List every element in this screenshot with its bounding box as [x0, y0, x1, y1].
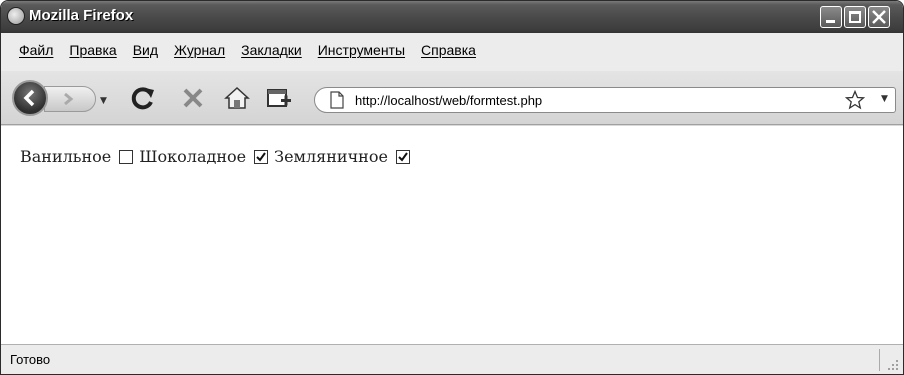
menu-file[interactable]: Файл: [19, 42, 53, 58]
back-arrow-icon: [23, 89, 35, 107]
option-label-strawberry: Земляничное: [274, 147, 388, 166]
browser-window: Mozilla Firefox Файл Правка Вид Журнал З…: [0, 0, 904, 375]
status-divider: [879, 349, 880, 371]
close-button[interactable]: [868, 6, 890, 28]
status-bar: Готово: [1, 344, 903, 374]
window-title: Mozilla Firefox: [29, 7, 134, 24]
checkbox-strawberry[interactable]: [395, 149, 410, 164]
url-text[interactable]: http://localhost/web/formtest.php: [355, 93, 542, 108]
url-dropdown-icon[interactable]: ▼: [881, 94, 888, 104]
address-bar[interactable]: http://localhost/web/formtest.php ▼: [314, 87, 896, 113]
firefox-icon: [7, 7, 25, 25]
menu-history[interactable]: Журнал: [174, 42, 225, 58]
history-dropdown-icon[interactable]: ▼: [100, 96, 107, 106]
forward-arrow-icon: [64, 92, 74, 106]
page-icon: [330, 91, 344, 109]
reload-icon[interactable]: [129, 84, 157, 112]
option-label-vanilla: Ванильное: [20, 147, 112, 166]
page-content: Ванильное Шоколадное Земляничное: [1, 126, 903, 344]
checkmark-icon: [256, 151, 266, 162]
menu-bar: Файл Правка Вид Журнал Закладки Инструме…: [1, 33, 903, 71]
checkbox-chocolate[interactable]: [254, 149, 269, 164]
flavor-form: Ванильное Шоколадное Земляничное: [20, 147, 416, 166]
star-icon[interactable]: [845, 90, 865, 110]
close-icon: [872, 10, 886, 24]
checkbox-vanilla[interactable]: [119, 149, 134, 164]
minimize-icon: [826, 20, 835, 23]
status-text: Готово: [10, 352, 51, 367]
menu-tools[interactable]: Инструменты: [318, 42, 405, 58]
home-icon[interactable]: [223, 84, 251, 112]
back-button[interactable]: [12, 80, 48, 116]
stop-icon[interactable]: [179, 84, 207, 112]
maximize-icon: [849, 11, 861, 23]
menu-help[interactable]: Справка: [421, 42, 476, 58]
option-label-chocolate: Шоколадное: [139, 147, 247, 166]
title-bar[interactable]: Mozilla Firefox: [1, 1, 903, 33]
minimize-button[interactable]: [820, 6, 842, 28]
menu-bookmarks[interactable]: Закладки: [241, 42, 302, 58]
new-tab-icon[interactable]: [265, 84, 293, 112]
maximize-button[interactable]: [844, 6, 866, 28]
menu-view[interactable]: Вид: [133, 42, 158, 58]
navigation-toolbar: ▼ http://localhost/web/formtest.php ▼: [1, 71, 903, 125]
forward-button[interactable]: [44, 86, 96, 112]
checkmark-icon: [398, 151, 408, 162]
resize-grip-icon[interactable]: [887, 359, 899, 371]
menu-edit[interactable]: Правка: [69, 42, 116, 58]
